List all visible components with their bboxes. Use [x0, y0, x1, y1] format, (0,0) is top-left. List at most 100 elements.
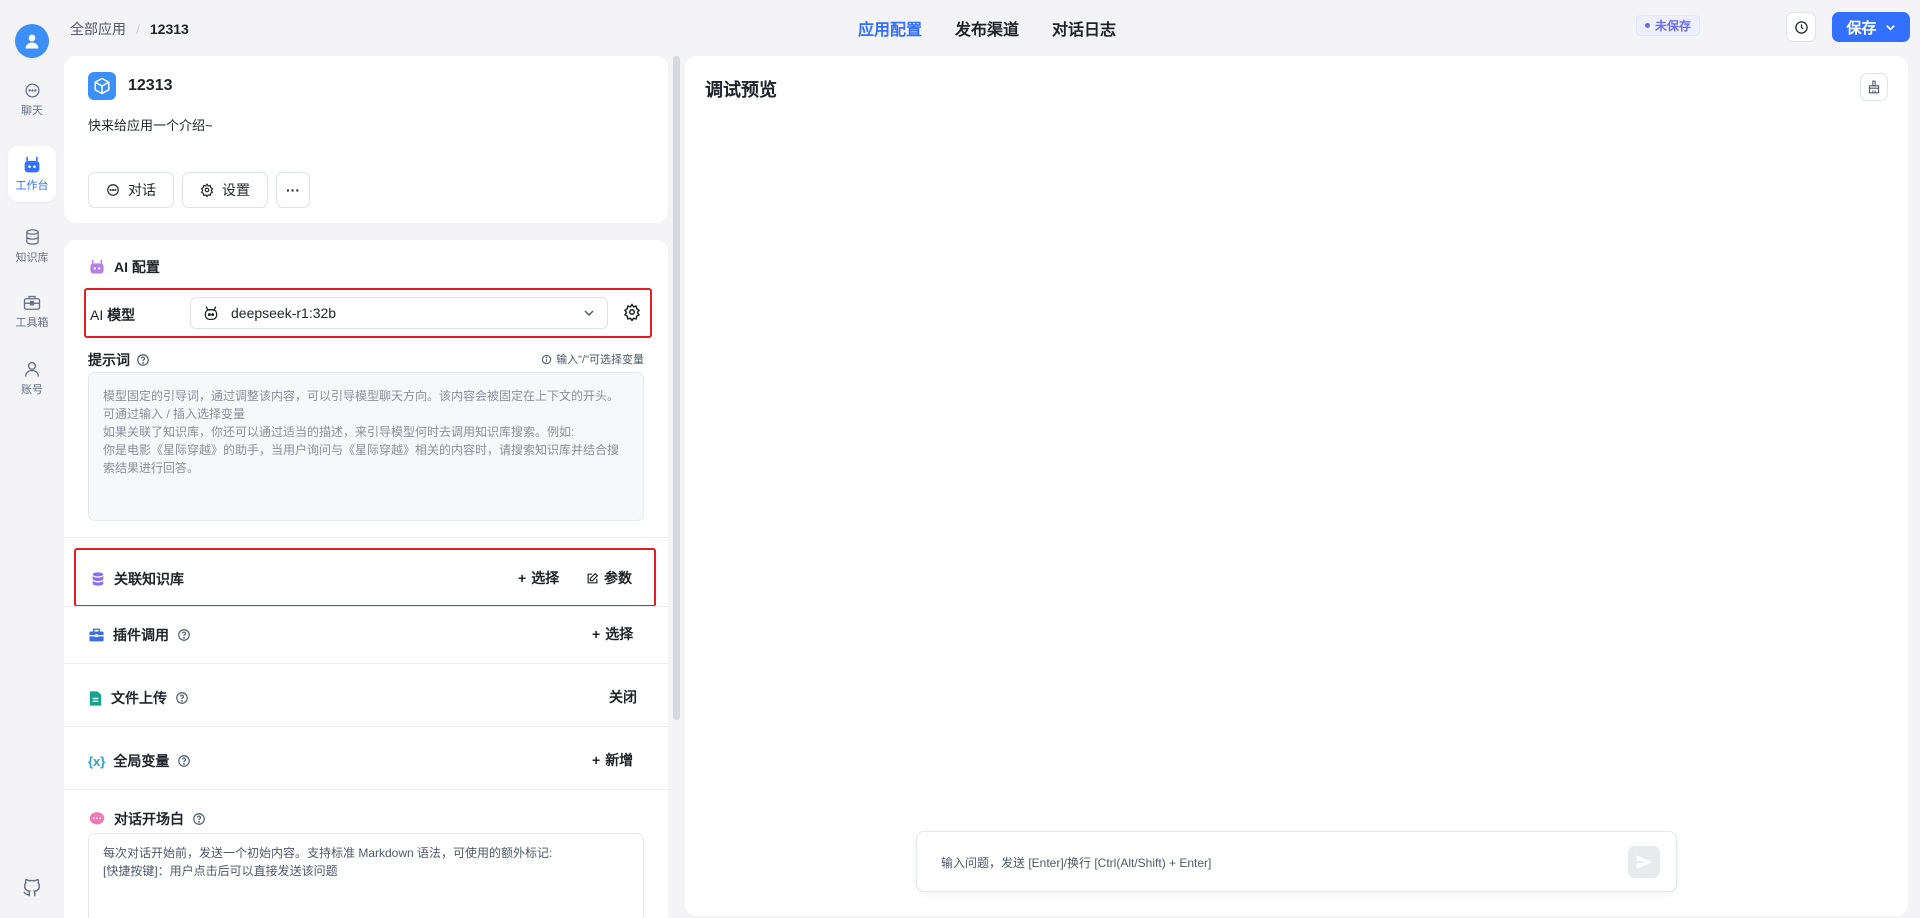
nav-item-account[interactable]: 账号: [8, 350, 56, 406]
nav-item-chat[interactable]: 聊天: [8, 72, 56, 128]
gear-icon: [623, 303, 641, 322]
chat-icon: [107, 184, 119, 196]
help-icon: [193, 813, 205, 825]
user-avatar[interactable]: [15, 24, 49, 58]
left-nav: 聊天 工作台 知识库 工具箱 账号: [0, 0, 64, 918]
top-tabs: 应用配置 发布渠道 对话日志: [858, 16, 1116, 40]
nav-item-workbench[interactable]: 工作台: [8, 146, 56, 202]
plus-icon: +: [592, 626, 601, 642]
breadcrumb-separator: /: [136, 21, 140, 37]
greeting-title-text: 对话开场白: [114, 811, 184, 827]
divider: [64, 789, 668, 790]
status-dot: [1645, 23, 1650, 28]
kb-params-button[interactable]: 参数: [586, 568, 632, 588]
edit-icon: [587, 572, 599, 583]
nav-item-label: 账号: [21, 383, 43, 396]
database-icon: [92, 572, 104, 586]
chat-button[interactable]: 对话: [88, 172, 174, 208]
global-var-title: {x} 全局变量: [88, 751, 191, 771]
save-label: 保存: [1846, 19, 1877, 37]
greeting-textarea[interactable]: 每次对话开始前，发送一个初始内容。支持标准 Markdown 语法，可使用的额外…: [88, 833, 644, 918]
chat-input-box[interactable]: 输入问题，发送 [Enter]/换行 [Ctrl(Alt/Shift) + En…: [916, 831, 1677, 892]
breadcrumb: 全部应用 / 12313: [70, 19, 189, 39]
nav-item-label: 聊天: [21, 105, 43, 117]
unsaved-badge: 未保存: [1636, 15, 1701, 36]
knowledge-base-row: 关联知识库 + 选择 参数: [74, 548, 656, 607]
app-icon: [88, 72, 116, 100]
preview-panel: 调试预览 输入问题，发送 [Enter]/换行 [Ctrl(Alt/Shift)…: [685, 56, 1908, 916]
divider: [64, 537, 668, 538]
info-icon: [541, 354, 552, 364]
database-icon: [25, 228, 39, 245]
plugin-title-text: 插件调用: [113, 627, 169, 643]
plus-icon: +: [518, 570, 527, 586]
chat-icon: [24, 83, 40, 98]
github-link[interactable]: [21, 877, 43, 902]
more-button[interactable]: ···: [276, 172, 310, 208]
model-label-prefix: AI: [90, 307, 104, 323]
user-icon: [24, 361, 40, 377]
kb-select-button[interactable]: + 选择: [518, 568, 559, 588]
prompt-textarea[interactable]: 模型固定的引导词，通过调整该内容，可以引导模型聊天方向。该内容会被固定在上下文的…: [88, 372, 644, 521]
file-icon: [89, 690, 102, 706]
app-intro: 快来给应用一个介绍~: [88, 118, 213, 133]
plugin-select-label: 选择: [605, 626, 634, 642]
model-value: deepseek-r1:32b: [231, 305, 337, 321]
divider: [64, 663, 668, 664]
gear-icon: [200, 183, 214, 197]
divider: [64, 606, 668, 607]
plus-icon: +: [592, 752, 601, 768]
plugin-title: 插件调用: [88, 625, 191, 645]
top-bar: 全部应用 / 12313 应用配置 发布渠道 对话日志 未保存 保存: [64, 0, 1920, 54]
nav-item-label: 工作台: [15, 179, 49, 192]
send-button[interactable]: [1628, 846, 1660, 878]
help-icon: [176, 692, 188, 704]
settings-button[interactable]: 设置: [182, 172, 268, 208]
tab-publish-channel[interactable]: 发布渠道: [955, 16, 1019, 40]
kb-title: 关联知识库: [90, 569, 184, 589]
toolbox-icon: [23, 295, 41, 310]
more-icon: ···: [286, 182, 300, 198]
config-card: AI 配置 AI 模型 deepseek-r1:32b 提示词 输入"/"可选择…: [64, 240, 668, 918]
ai-config-title: AI 配置: [88, 257, 160, 277]
file-upload-title: 文件上传: [88, 688, 189, 708]
tab-app-config[interactable]: 应用配置: [858, 16, 922, 40]
chat-input-placeholder: 输入问题，发送 [Enter]/换行 [Ctrl(Alt/Shift) + En…: [941, 856, 1212, 870]
file-upload-toggle[interactable]: 关闭: [609, 687, 637, 707]
user-avatar-icon: [25, 34, 39, 49]
model-select[interactable]: deepseek-r1:32b: [190, 297, 608, 329]
github-icon: [23, 878, 41, 897]
breadcrumb-root[interactable]: 全部应用: [70, 19, 126, 39]
history-button[interactable]: [1786, 12, 1816, 42]
save-button[interactable]: 保存: [1832, 12, 1910, 42]
toolbox-icon: [89, 628, 104, 642]
clear-chat-button[interactable]: [1860, 73, 1888, 101]
ai-config-label: AI 配置: [114, 259, 160, 275]
llm-model-icon: [204, 306, 218, 321]
plugin-select-button[interactable]: + 选择: [592, 624, 633, 644]
chevron-down-icon: [1885, 24, 1895, 31]
prompt-hint-text: 输入"/"可选择变量: [556, 354, 644, 366]
global-var-add-button[interactable]: + 新增: [592, 750, 633, 770]
app-name: 12313: [128, 77, 173, 94]
nav-item-label: 知识库: [15, 251, 49, 264]
model-row: AI 模型 deepseek-r1:32b: [84, 288, 652, 338]
prompt-hint: 输入"/"可选择变量: [541, 351, 644, 367]
divider: [64, 726, 668, 727]
model-settings-button[interactable]: [623, 303, 641, 324]
breadcrumb-current: 12313: [149, 21, 189, 37]
kb-select-label: 选择: [531, 570, 560, 586]
model-label: AI 模型: [90, 305, 135, 325]
kb-params-label: 参数: [604, 570, 632, 586]
nav-item-knowledge[interactable]: 知识库: [8, 218, 56, 274]
chat-bubble-icon: [89, 812, 105, 825]
config-scrollbar[interactable]: [673, 56, 680, 720]
nav-item-toolbox[interactable]: 工具箱: [8, 284, 56, 340]
help-icon: [137, 354, 149, 366]
chat-button-label: 对话: [128, 182, 156, 198]
app-info-card: 12313 快来给应用一个介绍~ 对话 设置 ···: [64, 56, 668, 223]
help-icon: [178, 755, 191, 767]
tab-chat-logs[interactable]: 对话日志: [1052, 16, 1116, 40]
prompt-label: 提示词: [88, 350, 150, 370]
chevron-down-icon: [584, 310, 594, 317]
